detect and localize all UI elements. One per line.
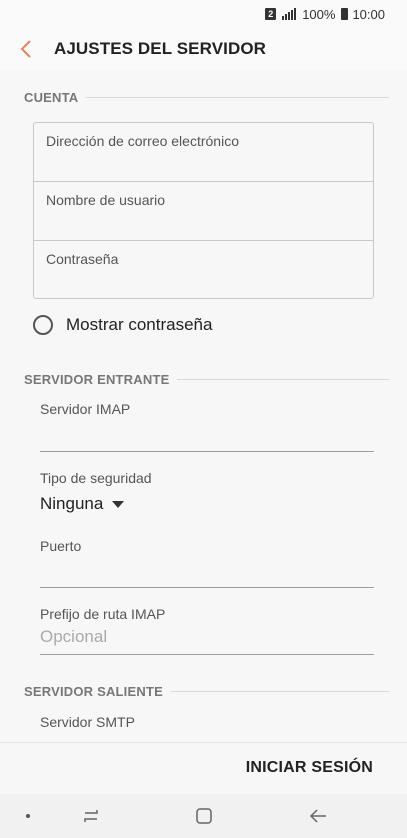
section-incoming-label: SERVIDOR ENTRANTE [24,372,170,387]
security-type-dropdown[interactable]: Ninguna [40,494,125,514]
show-password-checkbox[interactable] [33,315,53,335]
show-password-label: Mostrar contraseña [66,315,213,334]
app-bar: AJUSTES DEL SERVIDOR [0,28,407,70]
email-field[interactable]: Dirección de correo electrónico [34,123,373,182]
dropdown-caret-icon [112,500,125,508]
imap-path-prefix-underline [40,654,374,655]
home-icon[interactable] [194,806,214,831]
recent-apps-icon[interactable] [80,806,102,831]
divider [177,379,389,380]
account-credentials-card: Dirección de correo electrónico Nombre d… [33,122,374,299]
password-field-label: Contraseña [46,251,119,267]
security-type-value: Ninguna [40,494,104,513]
port-label: Puerto [40,538,82,554]
password-field[interactable]: Contraseña [34,241,373,300]
section-incoming: SERVIDOR ENTRANTE [24,372,389,387]
imap-path-prefix-input[interactable]: Opcional [40,627,107,647]
email-field-label: Dirección de correo electrónico [46,133,239,149]
section-outgoing-label: SERVIDOR SALIENTE [24,684,163,699]
security-type-label: Tipo de seguridad [40,470,152,486]
nav-dot-icon [26,814,30,818]
battery-percent: 100% [302,6,336,22]
signin-button[interactable]: INICIAR SESIÓN [246,759,373,777]
back-nav-icon[interactable] [307,806,329,831]
section-account-label: CUENTA [24,90,79,105]
divider [170,691,389,692]
imap-path-prefix-label: Prefijo de ruta IMAP [40,606,166,622]
imap-server-input[interactable] [40,451,374,452]
imap-server-label: Servidor IMAP [40,401,131,417]
section-outgoing: SERVIDOR SALIENTE [24,684,389,699]
port-input[interactable] [40,587,374,588]
server-settings-form[interactable]: CUENTA Dirección de correo electrónico N… [0,70,407,742]
navigation-bar [0,794,407,838]
show-password-toggle[interactable]: Mostrar contraseña [33,315,212,335]
section-account: CUENTA [24,90,389,105]
smtp-server-label: Servidor SMTP [40,714,135,730]
clock: 10:00 [352,6,385,22]
username-field-label: Nombre de usuario [46,192,166,208]
username-field[interactable]: Nombre de usuario [34,182,373,241]
sim-badge: 2 [265,8,277,20]
back-arrow-icon[interactable] [20,39,40,59]
divider [86,97,389,98]
page-title: AJUSTES DEL SERVIDOR [54,39,267,58]
battery-icon [341,8,349,20]
bottom-action-bar: INICIAR SESIÓN [0,742,407,794]
status-bar: 2 100% 10:00 [0,0,407,28]
signal-icon [282,8,297,20]
